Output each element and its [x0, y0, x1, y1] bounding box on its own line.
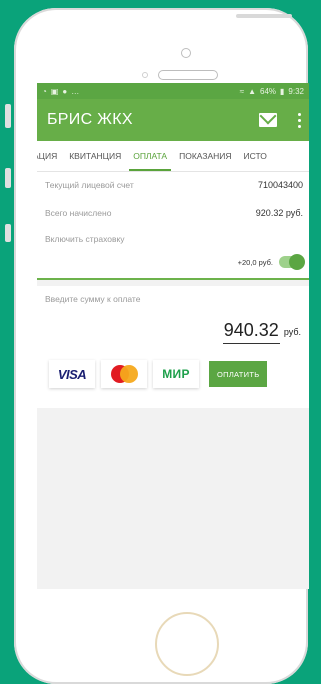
section-divider: [37, 278, 309, 280]
wifi-icon: ≈: [239, 86, 245, 96]
mir-logo: МИР: [153, 360, 199, 388]
toggle-knob: [289, 254, 305, 270]
signal-icon: ▲: [248, 86, 256, 96]
clock: 9:32: [288, 86, 304, 96]
overflow-menu-icon[interactable]: [297, 112, 301, 128]
notification-icon: ◔: [42, 86, 47, 96]
home-button[interactable]: [155, 612, 219, 676]
gallery-icon: ▣: [50, 86, 59, 96]
side-button[interactable]: [5, 224, 11, 242]
amount-prompt: Введите сумму к оплате: [45, 294, 141, 304]
tab-history[interactable]: Исто: [238, 141, 273, 171]
account-row: Текущий лицевой счет 710043400: [37, 172, 309, 198]
charged-row: Всего начислено 920.32 руб.: [37, 198, 309, 228]
charged-value: 920.32 руб.: [255, 208, 303, 218]
mail-icon[interactable]: [259, 113, 277, 127]
app-screen: ◔ ▣ ● … ≈ ▲ 64% ▮ 9:32 БРИС ЖКХ ация Кви…: [37, 83, 309, 589]
chat-icon: ●: [62, 86, 68, 96]
tab-receipt[interactable]: Квитанция: [63, 141, 127, 171]
amount-currency: руб.: [283, 327, 301, 337]
battery-icon: ▮: [280, 86, 285, 96]
power-button[interactable]: [236, 14, 292, 18]
mastercard-icon: [109, 365, 139, 383]
proximity-sensor: [142, 72, 148, 78]
tab-partial-left[interactable]: ация: [37, 141, 63, 171]
insurance-toggle-row: +20,0 руб.: [37, 250, 309, 274]
status-bar: ◔ ▣ ● … ≈ ▲ 64% ▮ 9:32: [37, 83, 309, 99]
tab-bar: ация Квитанция Оплата Показания Исто: [37, 141, 309, 172]
battery-percent: 64%: [260, 86, 277, 96]
app-bar: БРИС ЖКХ: [37, 99, 309, 141]
insurance-toggle[interactable]: [279, 254, 305, 270]
account-value: 710043400: [257, 180, 303, 190]
amount-input-row: 940.32 руб.: [37, 312, 309, 352]
insurance-row: Включить страховку: [37, 228, 309, 250]
volume-down-button[interactable]: [5, 168, 11, 188]
account-label: Текущий лицевой счет: [45, 180, 134, 190]
amount-prompt-row: Введите сумму к оплате: [37, 286, 309, 312]
tab-payment[interactable]: Оплата: [127, 141, 173, 171]
insurance-label: Включить страховку: [45, 234, 125, 244]
payment-methods-row: VISA МИР ОПЛАТИТЬ: [37, 352, 309, 396]
payment-card: Введите сумму к оплате 940.32 руб. VISA …: [37, 286, 309, 408]
account-summary-card: Текущий лицевой счет 710043400 Всего нач…: [37, 172, 309, 280]
more-notifications-icon: …: [71, 86, 80, 96]
front-camera: [181, 48, 191, 58]
pay-button[interactable]: ОПЛАТИТЬ: [209, 361, 268, 387]
insurance-amount: +20,0 руб.: [237, 257, 273, 267]
app-title: БРИС ЖКХ: [47, 111, 133, 128]
charged-label: Всего начислено: [45, 208, 112, 218]
volume-up-button[interactable]: [5, 104, 11, 128]
earpiece-speaker: [158, 70, 218, 80]
amount-input[interactable]: 940.32: [222, 320, 280, 344]
mastercard-logo: [101, 360, 147, 388]
visa-logo: VISA: [49, 360, 95, 388]
tab-readings[interactable]: Показания: [173, 141, 237, 171]
